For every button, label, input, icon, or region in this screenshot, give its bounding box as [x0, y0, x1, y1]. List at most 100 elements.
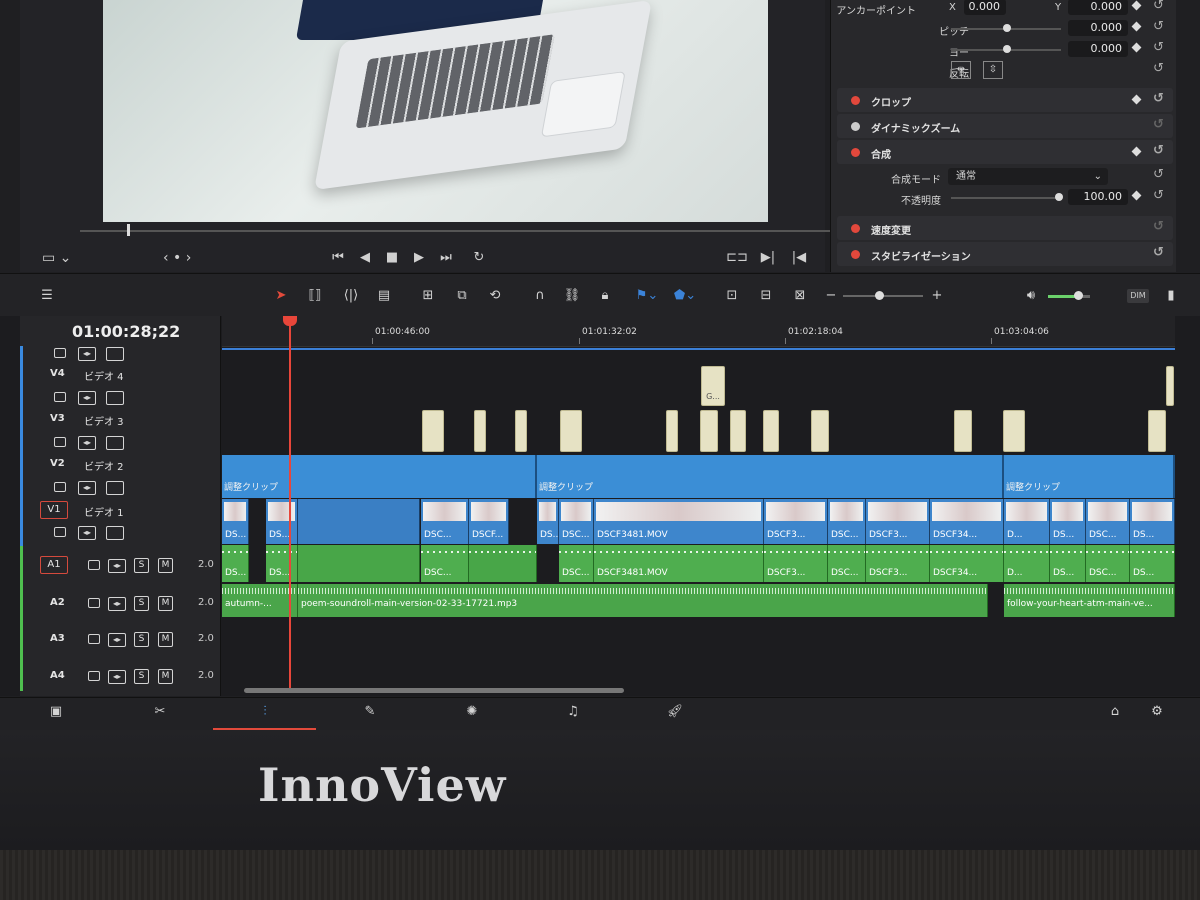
music-clip[interactable]: autumn-... — [222, 584, 298, 617]
zoom-custom-icon[interactable]: ⊠ — [789, 286, 811, 304]
zoom-full-icon[interactable]: ⊡ — [721, 286, 743, 304]
auto-select-icon[interactable]: ◂▸ — [78, 481, 96, 495]
lock-icon[interactable] — [88, 598, 100, 608]
selection-tool-icon[interactable]: ➤ — [270, 286, 292, 304]
marker-icon[interactable]: ⬟⌄ — [674, 286, 696, 304]
fusion-page-icon[interactable]: ✎ — [358, 704, 382, 722]
audio-clip[interactable]: DS... — [222, 545, 249, 582]
audio-clip[interactable]: DSC... — [421, 545, 469, 582]
v3-clip[interactable] — [954, 410, 972, 452]
video-clip[interactable]: DS... — [1050, 499, 1086, 544]
audio-clip[interactable]: DSC... — [1086, 545, 1130, 582]
reset-icon[interactable]: ↺ — [1153, 91, 1164, 106]
video-clip[interactable]: DS... — [1130, 499, 1175, 544]
auto-select-icon[interactable]: ◂▸ — [108, 670, 126, 684]
adjustment-clip[interactable]: 調整クリップ — [537, 455, 1004, 498]
clip-nav[interactable]: ‹ • › — [163, 250, 191, 266]
video-clip[interactable]: DSCF3481.MOV — [594, 499, 764, 544]
composite-section[interactable]: 合成 ↺ — [837, 140, 1173, 164]
play-reverse-icon[interactable]: ◀ — [354, 248, 376, 266]
timeline-scrollbar[interactable] — [244, 688, 624, 693]
play-icon[interactable]: ▶ — [408, 248, 430, 266]
flag-icon[interactable]: ⚑⌄ — [636, 286, 659, 304]
stabilize-toggle[interactable] — [851, 250, 860, 259]
next-edit-icon[interactable]: ▶| — [757, 248, 779, 266]
track-v3-label[interactable]: ビデオ 3 — [84, 413, 124, 428]
speaker-icon[interactable]: 🔊︎ — [1020, 286, 1042, 304]
match-frame-icon[interactable]: ⊏⊐ — [726, 248, 748, 266]
lock-icon[interactable] — [88, 560, 100, 570]
adjustment-clip[interactable]: 調整クリップ — [1004, 455, 1175, 498]
reset-icon[interactable]: ↺ — [1153, 167, 1164, 182]
zoom-out-button[interactable]: − — [820, 286, 842, 304]
v3-clip[interactable] — [515, 410, 527, 452]
linked-selection-icon[interactable]: ⛓ — [561, 286, 583, 304]
auto-select-icon[interactable]: ◂▸ — [78, 526, 96, 540]
track-a1-name[interactable]: A1 — [40, 556, 68, 574]
lock-icon[interactable] — [54, 437, 66, 447]
stop-icon[interactable]: ■ — [381, 248, 403, 266]
track-enable-icon[interactable] — [106, 526, 124, 540]
zoom-slider[interactable] — [843, 291, 923, 300]
loop-icon[interactable]: ↻ — [468, 248, 490, 266]
pitch-slider[interactable] — [951, 24, 1061, 32]
blade-tool-icon[interactable]: ▤ — [373, 286, 395, 304]
v3-clip[interactable] — [763, 410, 779, 452]
flip-horizontal-icon[interactable]: ⇹ — [951, 61, 971, 79]
reset-icon[interactable]: ↺ — [1153, 0, 1164, 13]
reset-icon[interactable]: ↺ — [1153, 19, 1164, 34]
lock-icon[interactable] — [88, 671, 100, 681]
edit-page-icon[interactable]: ⫶ — [253, 704, 277, 722]
anchor-y-field[interactable]: 0.000 — [1068, 0, 1128, 15]
stabilize-section[interactable]: スタビライゼーション ↺ — [837, 242, 1173, 266]
media-page-icon[interactable]: ▣ — [44, 704, 68, 722]
music-clip[interactable]: follow-your-heart-atm-main-ve... — [1004, 584, 1175, 617]
color-page-icon[interactable]: ✺ — [460, 704, 484, 722]
video-clip-group[interactable] — [298, 499, 420, 544]
zoom-detail-icon[interactable]: ⊟ — [755, 286, 777, 304]
speed-section[interactable]: 速度変更 ↺ — [837, 216, 1173, 240]
trim-tool-icon[interactable]: ⟦⟧ — [304, 286, 326, 304]
v3-clip[interactable] — [474, 410, 486, 452]
auto-select-icon[interactable]: ◂▸ — [108, 597, 126, 611]
lock-icon[interactable]: 🔒︎ — [594, 286, 616, 304]
keyframe-icon[interactable] — [1131, 94, 1142, 105]
opacity-field[interactable]: 100.00 — [1068, 189, 1128, 205]
overwrite-clip-icon[interactable]: ⧉ — [451, 286, 473, 304]
auto-select-icon[interactable]: ◂▸ — [78, 391, 96, 405]
auto-select-icon[interactable]: ◂▸ — [78, 347, 96, 361]
mute-button[interactable]: M — [158, 558, 173, 573]
track-v1-name[interactable]: V1 — [40, 501, 68, 519]
video-clip[interactable]: DSC... — [828, 499, 866, 544]
dynamic-zoom-toggle[interactable] — [851, 122, 860, 131]
deliver-page-icon[interactable]: 🚀︎ — [663, 704, 687, 722]
adjustment-clip[interactable]: 調整クリップ — [222, 455, 537, 498]
zoom-in-button[interactable]: + — [926, 286, 948, 304]
auto-select-icon[interactable]: ◂▸ — [108, 633, 126, 647]
v3-clip[interactable] — [700, 410, 718, 452]
lock-icon[interactable] — [54, 527, 66, 537]
v4-clip[interactable] — [1166, 366, 1174, 406]
solo-button[interactable]: S — [134, 596, 149, 611]
solo-button[interactable]: S — [134, 558, 149, 573]
pitch-field[interactable]: 0.000 — [1068, 20, 1128, 36]
mute-button[interactable]: M — [158, 632, 173, 647]
keyframe-icon[interactable] — [1131, 21, 1142, 32]
aspect-icon[interactable]: ▭ ⌄ — [42, 250, 71, 266]
scrubber-knob[interactable] — [127, 224, 130, 236]
replace-clip-icon[interactable]: ⟲ — [484, 286, 506, 304]
reset-icon[interactable]: ↺ — [1153, 245, 1164, 260]
v3-clip[interactable] — [811, 410, 829, 452]
track-v4-label[interactable]: ビデオ 4 — [84, 368, 124, 383]
crop-section[interactable]: クロップ ↺ — [837, 88, 1173, 112]
audio-clip[interactable]: DS... — [266, 545, 298, 582]
video-clip[interactable]: DSC... — [421, 499, 469, 544]
v3-clip[interactable] — [422, 410, 444, 452]
track-enable-icon[interactable] — [106, 391, 124, 405]
video-clip[interactable]: DSC... — [559, 499, 594, 544]
anchor-x-field[interactable]: 0.000 — [964, 0, 1006, 15]
v3-clip[interactable] — [666, 410, 678, 452]
layout-icon[interactable]: ☰ — [36, 286, 58, 304]
playhead[interactable] — [289, 316, 291, 691]
video-clip[interactable]: DS... — [222, 499, 249, 544]
